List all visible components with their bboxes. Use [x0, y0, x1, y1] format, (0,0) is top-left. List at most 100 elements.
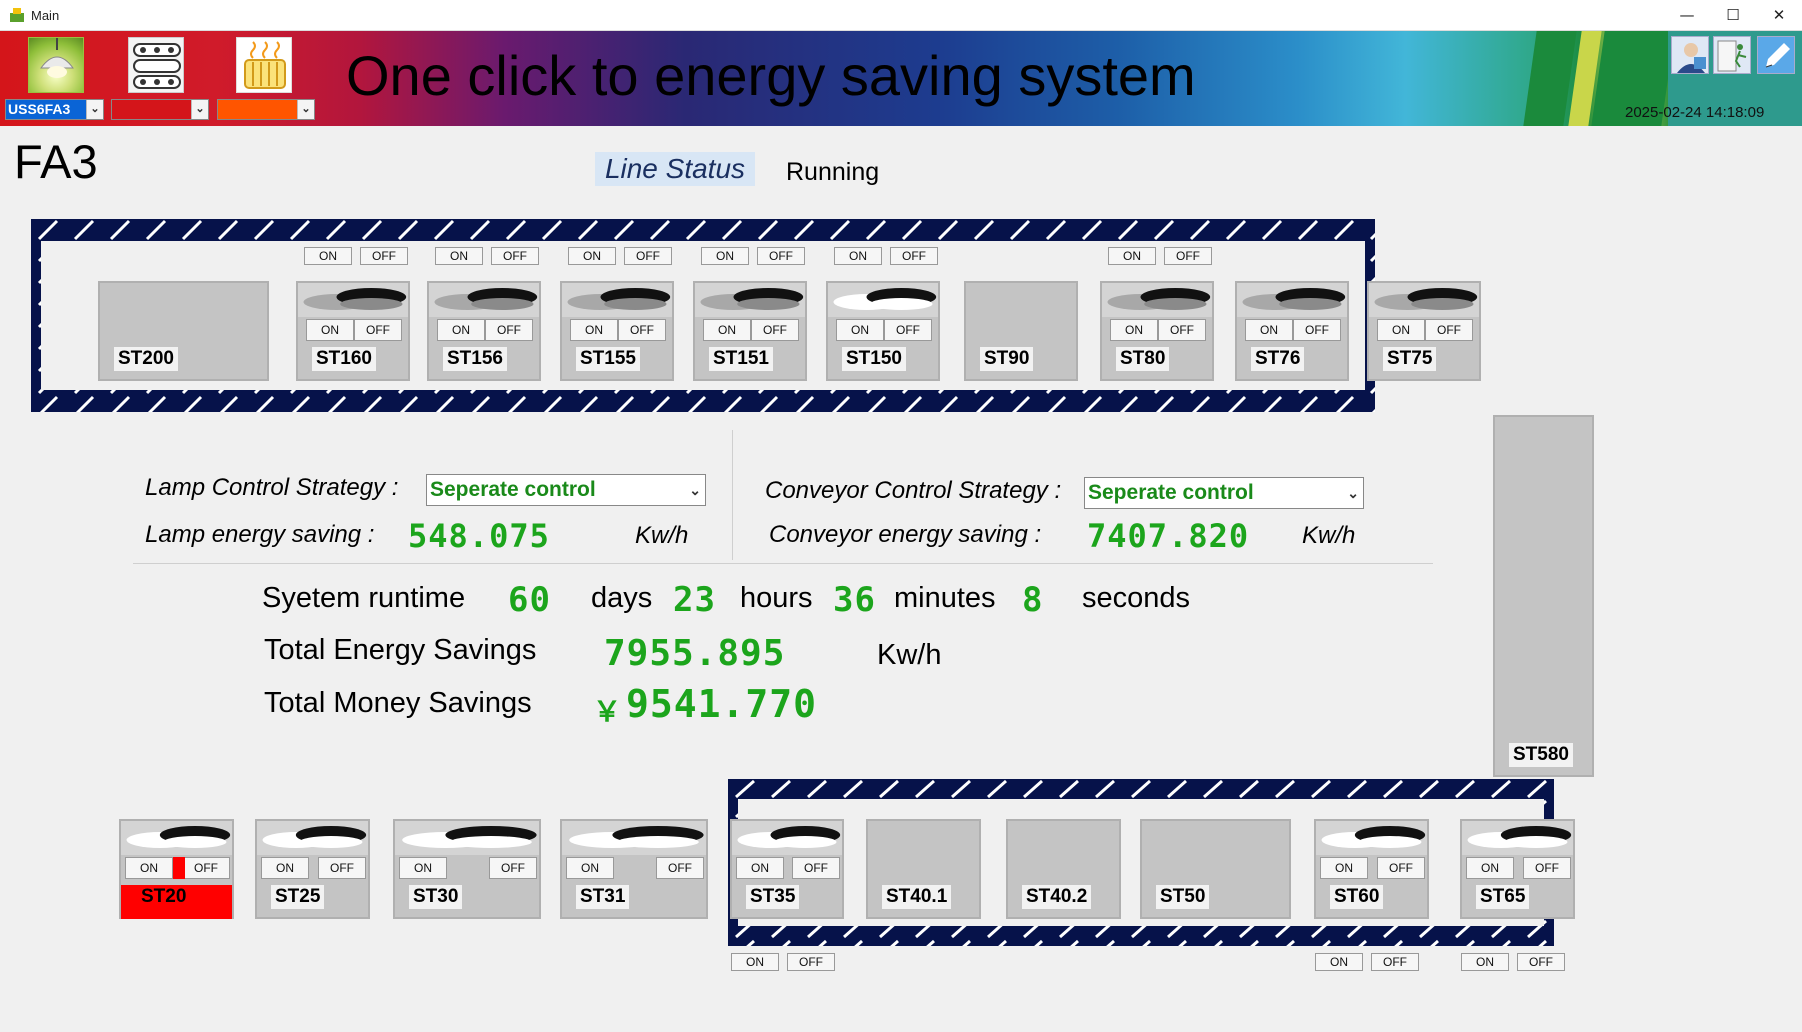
- lamp-on-button[interactable]: ON: [566, 857, 614, 879]
- lamp-off-button[interactable]: OFF: [318, 857, 366, 879]
- conveyor-on-button[interactable]: ON: [731, 953, 779, 971]
- exit-icon[interactable]: [1713, 36, 1751, 74]
- station-st150[interactable]: ON OFF ST150: [826, 281, 940, 381]
- station-st60[interactable]: ON OFF ST60: [1314, 819, 1429, 919]
- lamp-on-button[interactable]: ON: [1466, 857, 1514, 879]
- station-label: ST25: [271, 885, 325, 909]
- line-status-value: Running: [786, 158, 880, 186]
- station-st31[interactable]: ON OFF ST31: [560, 819, 708, 919]
- lamp-on-button[interactable]: ON: [1377, 319, 1425, 341]
- station-st151[interactable]: ON OFF ST151: [693, 281, 807, 381]
- lamp-image: [828, 283, 938, 317]
- station-st76[interactable]: ON OFF ST76: [1235, 281, 1349, 381]
- lamp-control-tile[interactable]: [28, 37, 84, 93]
- conveyor-off-button[interactable]: OFF: [360, 247, 408, 265]
- station-st25[interactable]: ON OFF ST25: [255, 819, 370, 919]
- station-st65[interactable]: ON OFF ST65: [1460, 819, 1575, 919]
- lamp-image: [1462, 821, 1573, 855]
- station-st20[interactable]: ON OFF ST20: [119, 819, 234, 919]
- lamp-on-button[interactable]: ON: [736, 857, 784, 879]
- lamp-on-button[interactable]: ON: [570, 319, 618, 341]
- lamp-off-button[interactable]: OFF: [1523, 857, 1571, 879]
- station-label: ST60: [1330, 885, 1384, 909]
- maximize-button[interactable]: ☐: [1710, 0, 1756, 30]
- select-2[interactable]: ⌄: [111, 99, 209, 120]
- lamp-off-button[interactable]: OFF: [1158, 319, 1206, 341]
- conveyor-on-button[interactable]: ON: [1461, 953, 1509, 971]
- lamp-on-button[interactable]: ON: [306, 319, 354, 341]
- heater-icon: [244, 41, 286, 89]
- station-st90[interactable]: ST90: [964, 281, 1078, 381]
- conveyor-on-button[interactable]: ON: [701, 247, 749, 265]
- device-select[interactable]: USS6FA3 ⌄: [5, 99, 104, 120]
- conveyor-off-button[interactable]: OFF: [1517, 953, 1565, 971]
- conveyor-control-tile[interactable]: [128, 37, 184, 93]
- lamp-on-button[interactable]: ON: [261, 857, 309, 879]
- lamp-on-button[interactable]: ON: [1110, 319, 1158, 341]
- station-st200[interactable]: ST200: [98, 281, 269, 381]
- lamp-on-button[interactable]: ON: [125, 857, 173, 879]
- station-st40-2[interactable]: ST40.2: [1006, 819, 1121, 919]
- conveyor-off-button[interactable]: OFF: [890, 247, 938, 265]
- close-button[interactable]: ✕: [1756, 0, 1802, 30]
- divider: [133, 563, 1433, 564]
- conveyor-off-button[interactable]: OFF: [1164, 247, 1212, 265]
- station-st156[interactable]: ON OFF ST156: [427, 281, 541, 381]
- conveyor-on-button[interactable]: ON: [568, 247, 616, 265]
- lamp-on-button[interactable]: ON: [1245, 319, 1293, 341]
- lamp-on-button[interactable]: ON: [836, 319, 884, 341]
- station-label: ST150: [842, 347, 906, 371]
- conveyor-off-button[interactable]: OFF: [1371, 953, 1419, 971]
- conveyor-on-button[interactable]: ON: [435, 247, 483, 265]
- edit-icon[interactable]: [1757, 36, 1795, 74]
- station-st580[interactable]: ST580: [1493, 415, 1594, 777]
- select-3[interactable]: ⌄: [217, 99, 315, 120]
- runtime-label: Syetem runtime: [262, 582, 466, 614]
- station-label: ST40.2: [1022, 885, 1092, 909]
- conveyor-on-button[interactable]: ON: [304, 247, 352, 265]
- lamp-off-button[interactable]: OFF: [1377, 857, 1425, 879]
- conveyor-on-button[interactable]: ON: [834, 247, 882, 265]
- lamp-off-button[interactable]: OFF: [1425, 319, 1473, 341]
- lamp-strategy-select[interactable]: Seperate control ⌄: [426, 474, 706, 506]
- user-icon[interactable]: [1671, 36, 1709, 74]
- chevron-down-icon: ⌄: [297, 100, 314, 119]
- heater-control-tile[interactable]: [236, 37, 292, 93]
- station-st35[interactable]: ON OFF ST35: [730, 819, 844, 919]
- lamp-off-button[interactable]: OFF: [656, 857, 704, 879]
- conveyor-off-button[interactable]: OFF: [787, 953, 835, 971]
- lamp-off-button[interactable]: OFF: [182, 857, 230, 879]
- lamp-image: [1102, 283, 1212, 317]
- lamp-off-button[interactable]: OFF: [1293, 319, 1341, 341]
- lamp-off-button[interactable]: OFF: [792, 857, 840, 879]
- minimize-button[interactable]: —: [1664, 0, 1710, 30]
- conveyor-off-button[interactable]: OFF: [624, 247, 672, 265]
- lamp-on-button[interactable]: ON: [703, 319, 751, 341]
- conveyor-on-button[interactable]: ON: [1315, 953, 1363, 971]
- lamp-off-button[interactable]: OFF: [884, 319, 932, 341]
- lamp-on-button[interactable]: ON: [399, 857, 447, 879]
- conveyor-on-button[interactable]: ON: [1108, 247, 1156, 265]
- station-st160[interactable]: ON OFF ST160: [296, 281, 410, 381]
- lamp-off-button[interactable]: OFF: [489, 857, 537, 879]
- lamp-off-button[interactable]: OFF: [618, 319, 666, 341]
- station-st50[interactable]: ST50: [1140, 819, 1291, 919]
- station-st40-1[interactable]: ST40.1: [866, 819, 981, 919]
- conveyor-off-button[interactable]: OFF: [491, 247, 539, 265]
- total-energy-value: 7955.895: [604, 633, 786, 674]
- lamp-on-button[interactable]: ON: [1320, 857, 1368, 879]
- lamp-strategy-label: Lamp Control Strategy :: [145, 474, 399, 501]
- conveyor-strategy-label: Conveyor Control Strategy :: [765, 477, 1062, 504]
- lamp-off-button[interactable]: OFF: [751, 319, 799, 341]
- ceiling-lamp-icon: [732, 821, 842, 855]
- station-st75[interactable]: ON OFF ST75: [1367, 281, 1481, 381]
- conveyor-strategy-select[interactable]: Seperate control ⌄: [1084, 477, 1364, 509]
- conveyor-off-button[interactable]: OFF: [757, 247, 805, 265]
- station-label: ST76: [1251, 347, 1305, 371]
- station-st80[interactable]: ON OFF ST80: [1100, 281, 1214, 381]
- lamp-off-button[interactable]: OFF: [485, 319, 533, 341]
- station-st30[interactable]: ON OFF ST30: [393, 819, 541, 919]
- lamp-on-button[interactable]: ON: [437, 319, 485, 341]
- lamp-off-button[interactable]: OFF: [354, 319, 402, 341]
- station-st155[interactable]: ON OFF ST155: [560, 281, 674, 381]
